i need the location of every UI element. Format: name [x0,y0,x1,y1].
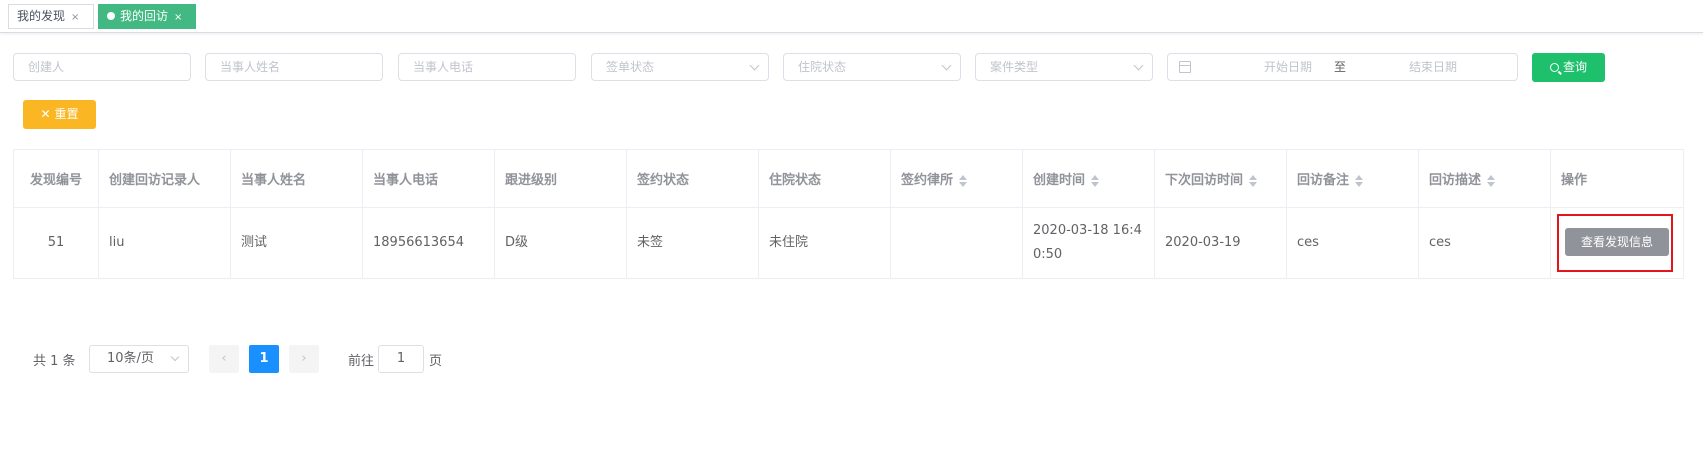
header-label: 回访备注 [1297,173,1350,188]
page-number-1[interactable]: 1 [249,345,279,373]
page-size-select[interactable]: 10条/页 [89,345,189,373]
header-law-firm[interactable]: 签约律所 [890,149,1023,208]
tab-my-return-visit[interactable]: 我的回访 × [98,4,196,29]
return-visit-table: 发现编号 创建回访记录人 当事人姓名 当事人电话 跟进级别 签约状态 住院状态 … [13,149,1684,279]
next-page-button[interactable]: › [289,345,319,373]
cell-party-phone: 18956613654 [362,207,495,279]
cell-party-name: 测试 [230,207,363,279]
goto-suffix: 页 [429,354,443,369]
header-next-visit[interactable]: 下次回访时间 [1154,149,1287,208]
header-description[interactable]: 回访描述 [1418,149,1551,208]
cell-actions: 查看发现信息 [1550,207,1684,279]
chevron-down-icon [170,352,180,362]
pagination-total: 共 1 条 [33,354,76,369]
table-header-row: 发现编号 创建回访记录人 当事人姓名 当事人电话 跟进级别 签约状态 住院状态 … [13,149,1684,208]
search-label: 查询 [1562,60,1587,74]
sort-icon[interactable] [959,174,968,187]
sort-icon[interactable] [1091,174,1100,187]
search-button[interactable]: 查询 [1532,53,1605,82]
hospital-status-select[interactable]: 住院状态 [783,53,961,81]
chevron-down-icon [749,60,760,71]
header-hospital-status: 住院状态 [758,149,891,208]
header-discovery-id: 发现编号 [13,149,99,208]
party-phone-input[interactable]: 当事人电话 [398,53,576,81]
tab-my-discovery[interactable]: 我的发现 × [8,4,94,29]
sign-status-placeholder: 签单状态 [606,60,655,74]
highlight-box: 查看发现信息 [1557,214,1673,272]
cell-follow-level: D级 [494,207,627,279]
header-created-time[interactable]: 创建时间 [1022,149,1155,208]
cell-creator: liu [98,207,231,279]
case-type-placeholder: 案件类型 [990,60,1039,74]
end-date-input[interactable]: 结束日期 [1383,54,1483,80]
creator-input[interactable]: 创建人 [13,53,191,81]
party-name-placeholder: 当事人姓名 [220,60,281,74]
tab-label: 我的发现 [17,9,66,23]
cell-law-firm [890,207,1023,279]
party-name-input[interactable]: 当事人姓名 [205,53,383,81]
header-sign-status: 签约状态 [626,149,759,208]
active-dot-icon [107,12,115,20]
cell-description: ces [1418,207,1551,279]
chevron-down-icon [1133,60,1144,71]
reset-label: 重置 [54,107,79,121]
search-icon [1549,63,1559,72]
date-range-picker[interactable]: 开始日期 至 结束日期 [1167,53,1518,81]
sort-icon[interactable] [1249,174,1258,187]
view-discovery-button[interactable]: 查看发现信息 [1565,228,1669,256]
close-icon[interactable]: × [71,12,79,23]
created-time-value: 2020-03-18 16:40:50 [1033,223,1142,262]
case-type-select[interactable]: 案件类型 [975,53,1153,81]
header-actions: 操作 [1550,149,1684,208]
cell-created-time: 2020-03-18 16:40:50 [1022,207,1155,279]
cell-hospital-status: 未住院 [758,207,891,279]
goto-page-input[interactable]: 1 [378,345,424,373]
start-date-input[interactable]: 开始日期 [1238,54,1338,80]
header-follow-level: 跟进级别 [494,149,627,208]
calendar-icon [1179,61,1191,73]
tab-label: 我的回访 [120,9,169,23]
page-size-value: 10条/页 [107,351,154,366]
party-phone-placeholder: 当事人电话 [413,60,474,74]
sort-icon[interactable] [1355,174,1364,187]
date-separator: 至 [1333,60,1346,74]
sign-status-select[interactable]: 签单状态 [591,53,769,81]
reset-button[interactable]: ✕ 重置 [23,100,96,129]
prev-page-button[interactable]: ‹ [209,345,239,373]
chevron-down-icon [941,60,952,71]
header-label: 下次回访时间 [1165,173,1244,188]
hospital-status-placeholder: 住院状态 [798,60,847,74]
header-label: 创建时间 [1033,173,1086,188]
header-party-phone: 当事人电话 [362,149,495,208]
header-remark[interactable]: 回访备注 [1286,149,1419,208]
cell-remark: ces [1286,207,1419,279]
header-label: 签约律所 [901,173,954,188]
header-party-name: 当事人姓名 [230,149,363,208]
close-icon[interactable]: × [174,12,182,23]
close-icon: ✕ [40,107,51,121]
cell-sign-status: 未签 [626,207,759,279]
header-label: 回访描述 [1429,173,1482,188]
cell-next-visit: 2020-03-19 [1154,207,1287,279]
goto-prefix: 前往 [348,354,375,369]
header-creator: 创建回访记录人 [98,149,231,208]
tag-view-bar: 我的发现 × 我的回访 × [0,0,1703,33]
table-row: 51 liu 测试 18956613654 D级 未签 未住院 2020-03-… [13,207,1684,279]
sort-icon[interactable] [1487,174,1496,187]
cell-discovery-id: 51 [13,207,99,279]
creator-placeholder: 创建人 [28,60,65,74]
